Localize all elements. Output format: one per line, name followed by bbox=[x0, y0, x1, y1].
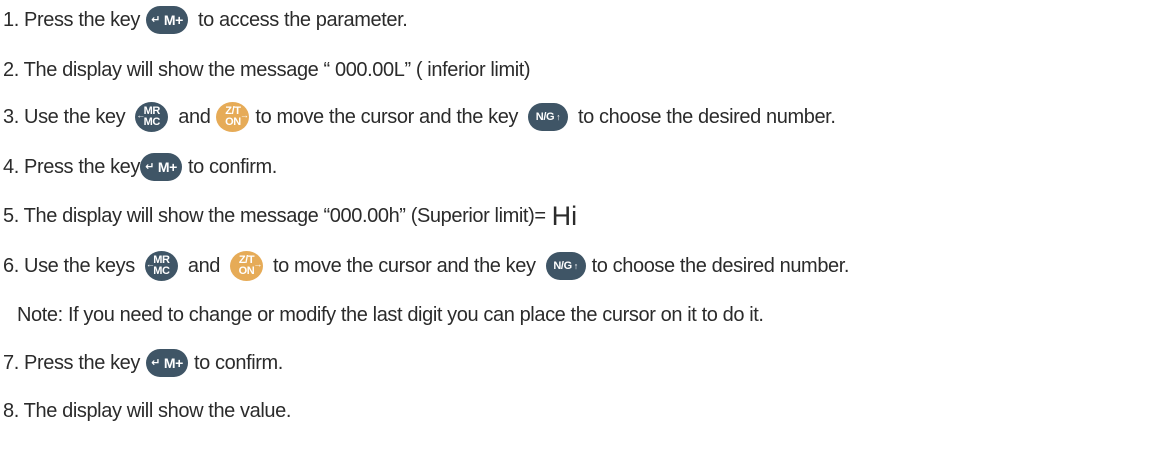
zt-on-key-icon: Z/T ON → bbox=[230, 251, 264, 281]
step-6-text-middle: to move the cursor and the key bbox=[273, 254, 536, 277]
step-6-text-after: to choose the desired number. bbox=[591, 254, 850, 277]
mr-mc-key-icon: ← MR MC bbox=[144, 251, 178, 281]
enter-arrow-icon: ↵ bbox=[151, 356, 160, 369]
m-plus-key-label: M+ bbox=[163, 12, 183, 28]
m-plus-key-icon: ↵ M+ bbox=[146, 6, 188, 34]
up-arrow-icon: ↑ bbox=[573, 260, 579, 271]
step-1-text-before: 1. Press the key bbox=[3, 8, 140, 31]
ng-key-icon: N/G ↑ bbox=[545, 252, 586, 280]
zt-on-key-bottom: ON bbox=[225, 116, 241, 128]
step-8: 8. The display will show the value. bbox=[3, 396, 291, 426]
note-text: Note: If you need to change or modify th… bbox=[17, 303, 764, 326]
ng-key-label: N/G bbox=[553, 259, 572, 272]
left-arrow-icon: ← bbox=[136, 110, 145, 120]
step-4-text-before: 4. Press the key bbox=[3, 155, 140, 178]
step-8-text: 8. The display will show the value. bbox=[3, 399, 292, 422]
step-2-text: 2. The display will show the message “ 0… bbox=[3, 58, 531, 81]
step-7-text-before: 7. Press the key bbox=[3, 351, 140, 374]
step-7: 7. Press the key ↵ M+ to confirm. bbox=[3, 348, 283, 378]
right-arrow-icon: → bbox=[253, 259, 263, 269]
enter-arrow-icon: ↵ bbox=[145, 160, 154, 173]
step-6-and: and bbox=[187, 254, 221, 277]
superior-limit-hi: Hi bbox=[551, 200, 578, 231]
step-5: 5. The display will show the message “00… bbox=[3, 201, 577, 231]
ng-key-icon: N/G ↑ bbox=[528, 103, 569, 131]
step-6-text-before: 6. Use the keys bbox=[3, 254, 135, 277]
step-7-text-after: to confirm. bbox=[194, 351, 283, 374]
step-3-and: and bbox=[178, 105, 211, 128]
mr-mc-key-bottom: MC bbox=[153, 265, 170, 277]
zt-on-key-bottom: ON bbox=[238, 265, 255, 277]
m-plus-key-label: M+ bbox=[157, 159, 177, 175]
step-3-text-middle: to move the cursor and the key bbox=[255, 105, 519, 128]
note: Note: If you need to change or modify th… bbox=[17, 300, 764, 330]
instruction-list: 1. Press the key ↵ M+ to access the para… bbox=[0, 0, 1158, 452]
step-4-text-after: to confirm. bbox=[188, 155, 277, 178]
step-2: 2. The display will show the message “ 0… bbox=[3, 55, 531, 85]
left-arrow-icon: ← bbox=[145, 259, 155, 269]
enter-arrow-icon: ↵ bbox=[151, 13, 160, 26]
m-plus-key-icon: ↵ M+ bbox=[146, 349, 188, 377]
right-arrow-icon: → bbox=[239, 110, 249, 120]
m-plus-key-label: M+ bbox=[163, 355, 183, 371]
step-6: 6. Use the keys ← MR MC and Z/T ON → to … bbox=[3, 251, 849, 281]
mr-mc-key-icon: ← MR MC bbox=[135, 102, 169, 132]
step-5-text: 5. The display will show the message “00… bbox=[3, 204, 546, 227]
mr-mc-key-bottom: MC bbox=[143, 116, 161, 128]
step-1: 1. Press the key ↵ M+ to access the para… bbox=[3, 5, 408, 35]
step-3-text-before: 3. Use the key bbox=[3, 105, 126, 128]
ng-key-label: N/G bbox=[535, 110, 555, 123]
m-plus-key-icon: ↵ M+ bbox=[140, 153, 182, 181]
step-1-text-after: to access the parameter. bbox=[198, 8, 408, 31]
zt-on-key-icon: Z/T ON → bbox=[216, 102, 250, 132]
up-arrow-icon: ↑ bbox=[556, 111, 561, 122]
step-3: 3. Use the key ← MR MC and Z/T ON → to m… bbox=[3, 102, 836, 132]
step-3-text-after: to choose the desired number. bbox=[578, 105, 836, 128]
step-4: 4. Press the key ↵ M+ to confirm. bbox=[3, 152, 277, 182]
